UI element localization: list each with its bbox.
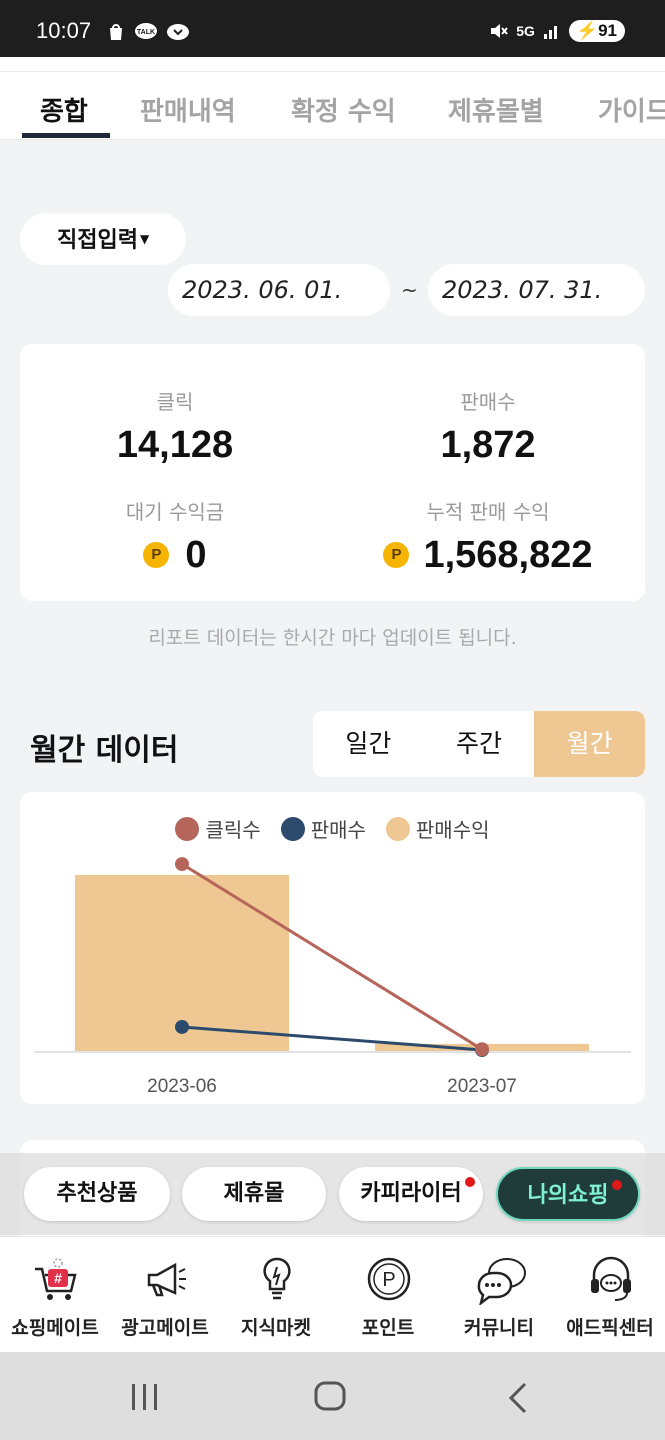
nav-label: 포인트 — [361, 1317, 415, 1339]
date-range-separator: ~ — [401, 278, 418, 302]
recent-apps-icon[interactable] — [128, 1382, 162, 1412]
update-notice: 리포트 데이터는 한시간 마다 업데이트 됩니다. — [148, 627, 517, 649]
active-tab-indicator — [22, 133, 110, 138]
point-clicks — [475, 1042, 489, 1057]
monthly-chart-card: 클릭수 판매수 판매수익 2023-06 2023-07 — [20, 792, 645, 1104]
nav-knowledge-market[interactable]: 지식마켓 — [221, 1237, 331, 1353]
back-icon[interactable] — [505, 1382, 531, 1414]
toggle-daily[interactable]: 일간 — [313, 711, 424, 777]
new-badge — [612, 1180, 622, 1190]
report-tabs: 종합 판매내역 확정 수익 제휴몰별 가이드 — [0, 57, 665, 140]
tab-by-partner-mall[interactable]: 제휴몰별 — [448, 91, 544, 128]
nav-label: 광고메이트 — [121, 1317, 209, 1339]
my-shopping-button[interactable]: 나의쇼핑 — [496, 1167, 640, 1221]
toggle-weekly[interactable]: 주간 — [424, 711, 535, 777]
monthly-chart: 2023-06 2023-07 — [34, 857, 631, 1097]
point-clicks — [175, 857, 189, 872]
end-date-input[interactable]: 2023. 07. 31. — [428, 264, 645, 316]
cumulative-revenue-label: 누적 판매 수익 — [426, 500, 550, 524]
lightbulb-icon — [263, 1257, 291, 1300]
section-title: 월간 데이터 — [30, 733, 179, 768]
start-date-input[interactable]: 2023. 06. 01. — [168, 264, 390, 316]
mute-icon — [491, 24, 508, 38]
svg-text:P: P — [382, 1269, 395, 1291]
x-tick-label: 2023-06 — [147, 1076, 217, 1097]
status-time: 10:07 — [36, 18, 92, 43]
point-coin-icon: P — [143, 542, 170, 568]
tab-sales-history[interactable]: 판매내역 — [140, 91, 236, 128]
tab-guide[interactable]: 가이드 — [598, 91, 665, 128]
nav-ad-mate[interactable]: 광고메이트 — [110, 1237, 220, 1353]
shopping-cart-icon: # — [35, 1258, 77, 1300]
cumulative-revenue-value: P 1,568,822 — [338, 534, 638, 577]
nav-adpick-center[interactable]: 애드픽센터 — [555, 1237, 665, 1353]
svg-text:#: # — [54, 1270, 62, 1286]
svg-text:TALK: TALK — [137, 29, 155, 36]
nav-points[interactable]: P 포인트 — [333, 1237, 443, 1353]
point-sales — [175, 1019, 189, 1034]
nav-label: 지식마켓 — [241, 1317, 311, 1339]
new-badge — [465, 1177, 475, 1187]
summary-card: 클릭 14,128 판매수 1,872 대기 수익금 P0 누적 판매 수익 P… — [20, 344, 645, 601]
clicks-value: 14,128 — [116, 424, 234, 466]
copywriter-button[interactable]: 카피라이터 — [339, 1167, 483, 1221]
status-system-icons: 5G ⚡91 — [488, 20, 625, 42]
cloud-chat-icon — [167, 24, 189, 40]
nav-label: 애드픽센터 — [566, 1317, 654, 1339]
kakaotalk-icon: TALK — [135, 23, 157, 39]
date-mode-label: 직접입력 — [57, 228, 138, 253]
headset-icon — [591, 1256, 631, 1301]
tab-confirmed-revenue[interactable]: 확정 수익 — [291, 91, 396, 128]
chat-bubbles-icon — [477, 1258, 526, 1305]
clicks-label: 클릭 — [156, 390, 194, 414]
toggle-monthly[interactable]: 월간 — [534, 711, 645, 777]
nav-label: 쇼핑메이트 — [11, 1317, 99, 1339]
status-bar: 10:07 TALK 5G ⚡91 — [0, 0, 665, 57]
point-icon: P — [367, 1257, 411, 1301]
nav-label: 커뮤니티 — [464, 1317, 534, 1339]
caret-down-icon: ▼ — [139, 232, 150, 246]
point-coin-icon: P — [383, 542, 410, 568]
nav-community[interactable]: 커뮤니티 — [444, 1237, 554, 1353]
pending-revenue-label: 대기 수익금 — [125, 500, 225, 524]
tab-overview[interactable]: 종합 — [40, 91, 88, 128]
battery-level: ⚡91 — [568, 20, 625, 42]
partner-mall-button[interactable]: 제휴몰 — [182, 1167, 326, 1221]
signal-icon — [543, 26, 557, 39]
x-tick-label: 2023-07 — [447, 1076, 517, 1097]
recommended-products-button[interactable]: 추천상품 — [24, 1167, 170, 1221]
divider — [0, 71, 665, 72]
home-icon[interactable] — [313, 1380, 349, 1414]
network-type: 5G — [516, 23, 535, 39]
shopping-bag-icon — [110, 24, 122, 40]
nav-shopping-mate[interactable]: # 쇼핑메이트 — [0, 1237, 110, 1353]
period-toggle: 일간 주간 월간 — [313, 711, 645, 777]
date-mode-dropdown[interactable]: 직접입력 ▼ — [20, 213, 186, 265]
status-notification-icons: TALK — [106, 22, 190, 42]
pending-revenue-value: P0 — [25, 534, 325, 577]
system-nav-bar — [0, 1352, 665, 1440]
sales-count-value: 1,872 — [440, 424, 536, 466]
megaphone-icon — [147, 1262, 186, 1297]
bottom-nav: # 쇼핑메이트 광고메이트 지식마켓 P 포인트 커뮤니티 애드픽센터 — [0, 1236, 665, 1352]
sales-count-label: 판매수 — [460, 390, 516, 414]
